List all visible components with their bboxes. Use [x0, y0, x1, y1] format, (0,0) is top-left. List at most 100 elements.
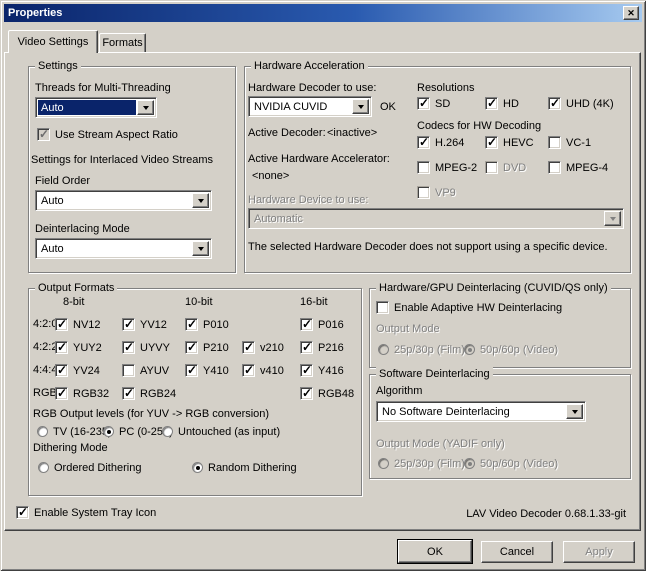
resolutions-label: Resolutions [417, 82, 474, 94]
checkbox-h-264[interactable]: H.264 [417, 135, 464, 150]
output-formats-group: Output Formats 8-bit 10-bit 16-bit 4:2:0… [28, 288, 362, 496]
format-row-rgb: RGBRGB32RGB24RGB48 [33, 386, 358, 401]
system-tray-checkbox[interactable]: Enable System Tray Icon [16, 505, 156, 520]
checkbox-box [485, 161, 498, 174]
tab-formats[interactable]: Formats [99, 33, 146, 52]
checkbox-rgb24[interactable]: RGB24 [122, 386, 176, 401]
checkbox-box[interactable] [485, 136, 498, 149]
checkbox-box[interactable] [122, 364, 135, 377]
label: MPEG-4 [566, 162, 608, 174]
checkbox-box[interactable] [300, 364, 313, 377]
checkbox-mpeg-4[interactable]: MPEG-4 [548, 160, 608, 175]
checkbox-box[interactable] [55, 318, 68, 331]
checkbox-box[interactable] [242, 341, 255, 354]
checkbox-box[interactable] [300, 341, 313, 354]
radio-circle[interactable] [38, 462, 49, 473]
checkbox-box[interactable] [55, 341, 68, 354]
radio-ordered-dithering[interactable]: Ordered Dithering [38, 460, 141, 475]
column-header-16bit: 16-bit [300, 296, 328, 308]
checkbox-box[interactable] [417, 136, 430, 149]
close-button[interactable]: ✕ [623, 6, 639, 20]
checkbox-box[interactable] [122, 341, 135, 354]
dropdown-arrow-icon[interactable] [352, 99, 369, 114]
checkbox-yv12[interactable]: YV12 [122, 317, 167, 332]
checkbox-box[interactable] [242, 364, 255, 377]
label: P016 [318, 319, 344, 331]
radio-circle[interactable] [103, 426, 114, 437]
checkbox-box[interactable] [122, 387, 135, 400]
threads-combo[interactable]: Auto [35, 97, 157, 118]
cancel-button[interactable]: Cancel [481, 541, 553, 563]
dropdown-arrow-icon[interactable] [192, 193, 209, 208]
checkbox-box[interactable] [185, 318, 198, 331]
checkbox-yv24[interactable]: YV24 [55, 363, 100, 378]
label: Y410 [203, 365, 229, 377]
dropdown-arrow-icon[interactable] [192, 241, 209, 256]
checkbox-box[interactable] [55, 364, 68, 377]
checkbox-box[interactable] [185, 364, 198, 377]
checkbox-box[interactable] [16, 506, 29, 519]
radio-circle[interactable] [192, 462, 203, 473]
checkbox-v210[interactable]: v210 [242, 340, 284, 355]
checkbox-box[interactable] [548, 97, 561, 110]
checkbox-hd[interactable]: HD [485, 96, 519, 111]
checkbox-hevc[interactable]: HEVC [485, 135, 534, 150]
use-stream-aspect-checkbox[interactable]: Use Stream Aspect Ratio [37, 127, 178, 142]
deinterlacing-mode-combo[interactable]: Auto [35, 238, 212, 259]
checkbox-sd[interactable]: SD [417, 96, 450, 111]
checkbox-v410[interactable]: v410 [242, 363, 284, 378]
checkbox-nv12[interactable]: NV12 [55, 317, 101, 332]
radio-untouched-as-input[interactable]: Untouched (as input) [162, 424, 280, 439]
hw-decoder-combo[interactable]: NVIDIA CUVID [248, 96, 372, 117]
checkbox-box[interactable] [376, 301, 389, 314]
radio-circle[interactable] [162, 426, 173, 437]
checkbox-rgb48[interactable]: RGB48 [300, 386, 354, 401]
checkbox-box[interactable] [300, 318, 313, 331]
radio-random-dithering[interactable]: Random Dithering [192, 460, 297, 475]
checkbox-p216[interactable]: P216 [300, 340, 344, 355]
ok-button[interactable]: OK [398, 540, 472, 563]
checkbox-rgb32[interactable]: RGB32 [55, 386, 109, 401]
label: Random Dithering [208, 462, 297, 474]
label: MPEG-2 [435, 162, 477, 174]
checkbox-yuy2[interactable]: YUY2 [55, 340, 102, 355]
algorithm-combo[interactable]: No Software Deinterlacing [376, 401, 586, 422]
field-order-combo[interactable]: Auto [35, 190, 212, 211]
label: AYUV [140, 365, 169, 377]
checkbox-box[interactable] [417, 161, 430, 174]
label: HD [503, 98, 519, 110]
checkbox-box[interactable] [37, 128, 50, 141]
checkbox-y416[interactable]: Y416 [300, 363, 344, 378]
checkbox-uyvy[interactable]: UYVY [122, 340, 170, 355]
dropdown-arrow-icon[interactable] [566, 404, 583, 419]
checkbox-vc-1[interactable]: VC-1 [548, 135, 591, 150]
window-title: Properties [4, 7, 62, 19]
dropdown-arrow-icon[interactable] [137, 100, 154, 115]
checkbox-uhd-4k[interactable]: UHD (4K) [548, 96, 614, 111]
checkbox-p210[interactable]: P210 [185, 340, 229, 355]
adaptive-hw-deint-checkbox[interactable]: Enable Adaptive HW Deinterlacing [376, 300, 562, 315]
checkbox-box[interactable] [417, 97, 430, 110]
checkbox-box[interactable] [485, 97, 498, 110]
checkbox-p016[interactable]: P016 [300, 317, 344, 332]
checkbox-box[interactable] [122, 318, 135, 331]
titlebar[interactable]: Properties ✕ [4, 4, 642, 22]
checkbox-ayuv[interactable]: AYUV [122, 363, 169, 378]
checkbox-mpeg-2[interactable]: MPEG-2 [417, 160, 477, 175]
checkbox-box[interactable] [548, 161, 561, 174]
tab-video-settings[interactable]: Video Settings [8, 30, 98, 53]
checkbox-box[interactable] [548, 136, 561, 149]
radio-circle[interactable] [37, 426, 48, 437]
checkbox-p010[interactable]: P010 [185, 317, 229, 332]
hw-gpu-deinterlacing-group: Hardware/GPU Deinterlacing (CUVID/QS onl… [369, 288, 631, 368]
checkbox-y410[interactable]: Y410 [185, 363, 229, 378]
label: Untouched (as input) [178, 426, 280, 438]
label: v410 [260, 365, 284, 377]
radio-tv-16-235[interactable]: TV (16-235) [37, 424, 112, 439]
checkbox-box[interactable] [300, 387, 313, 400]
label: H.264 [435, 137, 464, 149]
checkbox-box[interactable] [55, 387, 68, 400]
checkbox-box[interactable] [185, 341, 198, 354]
checkbox-vp9: VP9 [417, 185, 456, 200]
label: VP9 [435, 187, 456, 199]
